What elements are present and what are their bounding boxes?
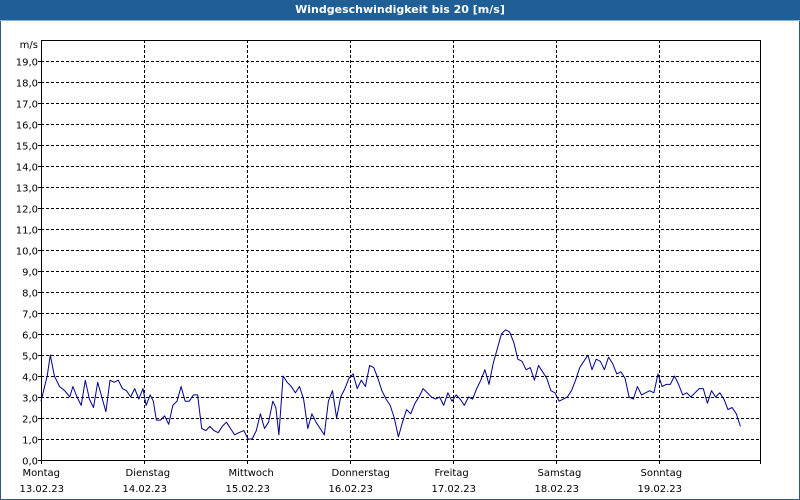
x-tick-day-label: Freitag — [435, 468, 469, 479]
x-tick-date-label: 19.02.23 — [638, 484, 683, 495]
wind-speed-series-line — [40, 329, 741, 440]
x-tick-date-label: 16.02.23 — [329, 484, 374, 495]
wind-speed-chart: 0,0 1,0 2,0 3,0 4,0 5,0 6,0 7,0 8,0 9,0 10,0 11,0 12… — [16, 40, 761, 495]
x-axis: Montag 13.02.23 Dienstag 14.02.23 Mittwoch 15… — [20, 460, 761, 495]
y-tick-label: 2,0 — [22, 415, 38, 426]
y-axis-unit-label: m/s — [20, 40, 38, 51]
x-tick-date-label: 15.02.23 — [226, 484, 271, 495]
x-tick-day-label: Mittwoch — [229, 468, 274, 479]
y-tick-label: 4,0 — [22, 373, 38, 384]
series-layer — [40, 329, 741, 440]
y-tick-label: 14,0 — [16, 163, 38, 174]
y-tick-label: 6,0 — [22, 331, 38, 342]
y-tick-label: 1,0 — [22, 436, 38, 447]
y-tick-label: 12,0 — [16, 205, 38, 216]
y-tick-label: 11,0 — [16, 226, 38, 237]
x-tick-date-label: 13.02.23 — [20, 484, 65, 495]
y-tick-label: 19,0 — [16, 58, 38, 69]
x-tick-day-label: Sonntag — [641, 468, 683, 479]
y-tick-label: 15,0 — [16, 142, 38, 153]
y-tick-label: 0,0 — [22, 457, 38, 468]
y-axis: 0,0 1,0 2,0 3,0 4,0 5,0 6,0 7,0 8,0 9,0 10,0 11,0 12… — [16, 58, 41, 468]
x-tick-day-label: Samstag — [538, 468, 582, 479]
x-tick-day-label: Dienstag — [126, 468, 171, 479]
x-tick-date-label: 17.02.23 — [432, 484, 477, 495]
x-tick-date-label: 18.02.23 — [535, 484, 580, 495]
y-tick-label: 5,0 — [22, 352, 38, 363]
y-tick-label: 17,0 — [16, 100, 38, 111]
y-tick-label: 9,0 — [22, 268, 38, 279]
x-tick-day-label: Montag — [23, 468, 60, 479]
y-tick-label: 13,0 — [16, 184, 38, 195]
y-tick-label: 8,0 — [22, 289, 38, 300]
y-tick-label: 10,0 — [16, 247, 38, 258]
x-tick-date-label: 14.02.23 — [123, 484, 168, 495]
x-tick-day-label: Donnerstag — [332, 468, 390, 479]
y-tick-label: 16,0 — [16, 121, 38, 132]
y-tick-label: 18,0 — [16, 79, 38, 90]
y-tick-label: 7,0 — [22, 310, 38, 321]
y-tick-label: 3,0 — [22, 394, 38, 405]
